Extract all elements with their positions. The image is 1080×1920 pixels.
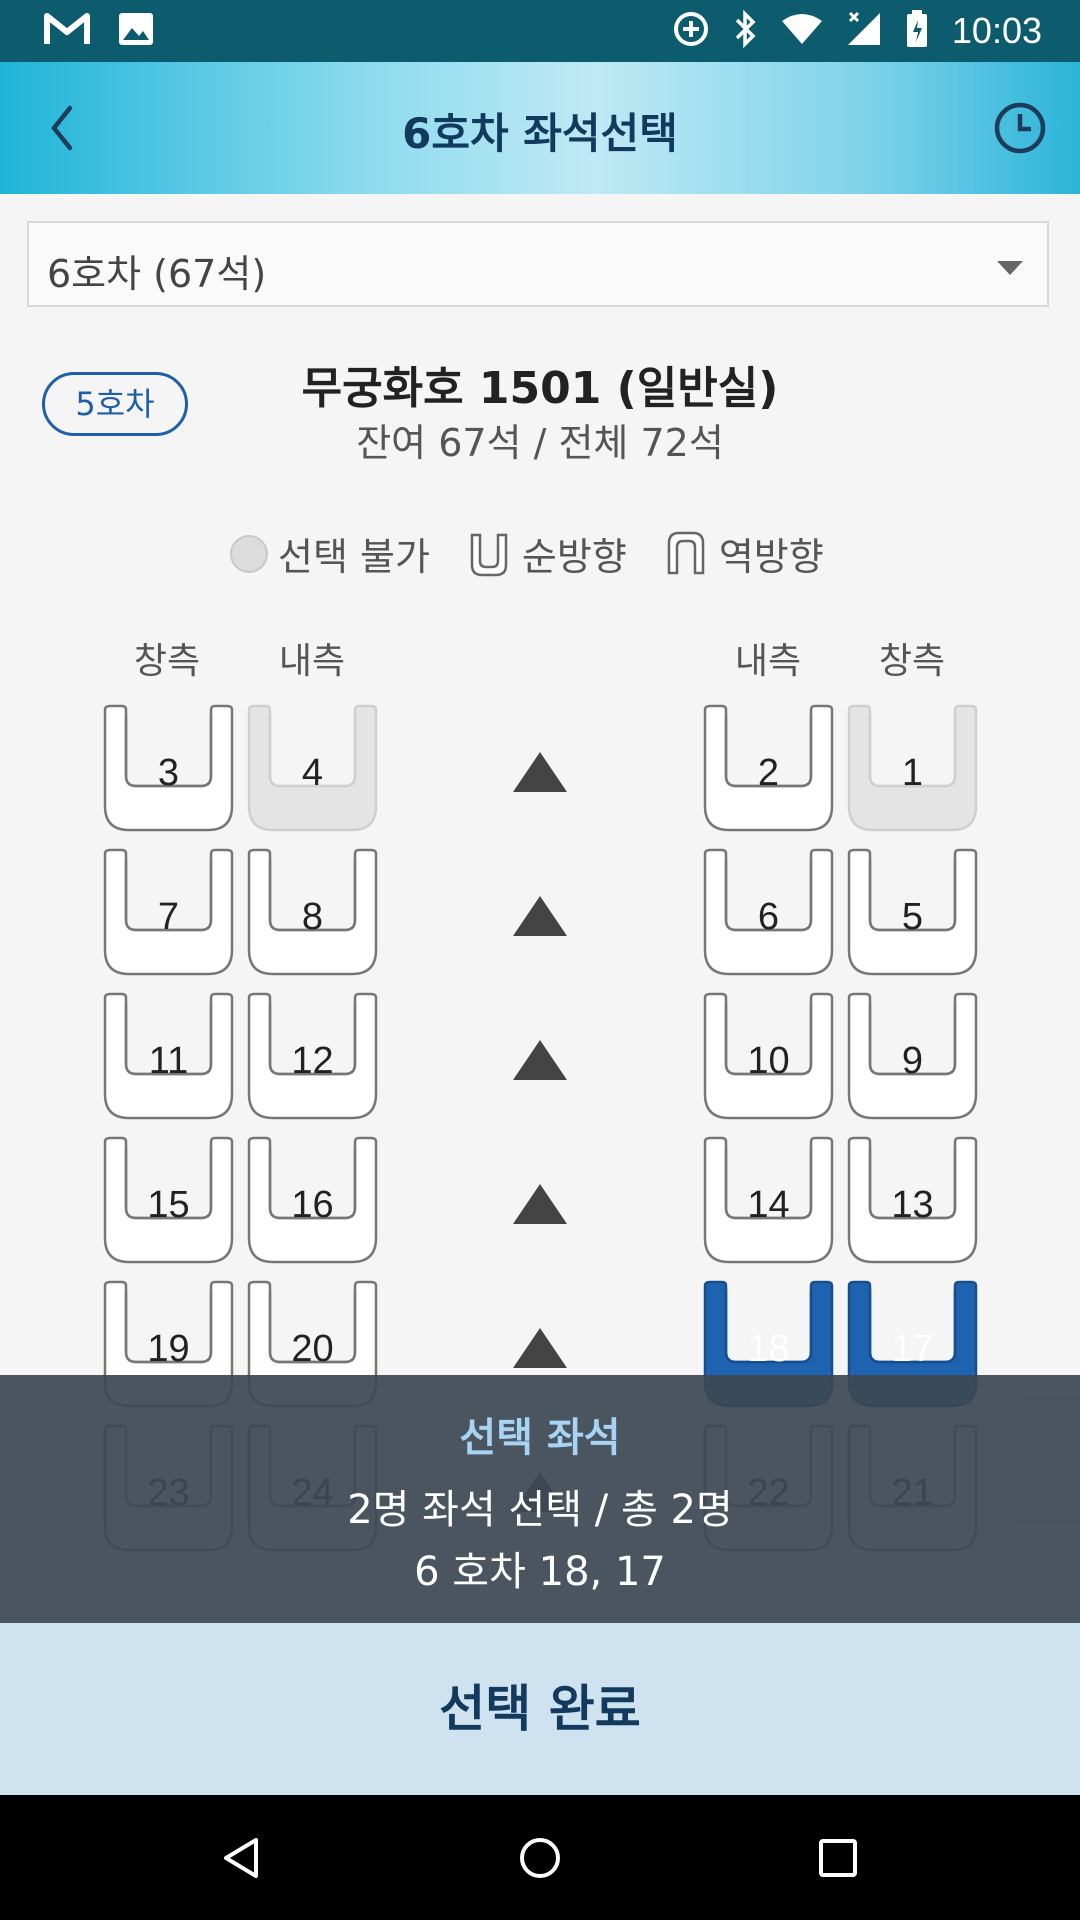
seat-5[interactable]: 5 — [846, 848, 979, 978]
clock-icon — [994, 102, 1046, 154]
caret-down-icon — [997, 261, 1023, 275]
seat-14[interactable]: 14 — [702, 1136, 835, 1266]
seat-number: 16 — [291, 1184, 334, 1226]
col-left-window: 창측 — [133, 641, 201, 682]
seat-number: 17 — [891, 1328, 934, 1370]
seat-6[interactable]: 6 — [702, 848, 835, 978]
seat-10[interactable]: 10 — [702, 992, 835, 1122]
seat-13[interactable]: 13 — [846, 1136, 979, 1266]
seat-12[interactable]: 12 — [246, 992, 379, 1122]
seat-legend: 선택 불가 순방향 역방향 — [230, 526, 850, 581]
col-right-aisle: 내측 — [734, 641, 802, 682]
seat-number: 10 — [747, 1040, 790, 1082]
image-icon — [118, 12, 154, 50]
seat-number: 6 — [757, 896, 780, 938]
seat-number: 2 — [757, 752, 780, 794]
seat-number: 18 — [747, 1328, 790, 1370]
seat-15[interactable]: 15 — [102, 1136, 235, 1266]
seat-number: 5 — [901, 896, 924, 938]
signal-icon — [846, 11, 882, 51]
direction-arrow-icon — [513, 1184, 567, 1224]
seat-7[interactable]: 7 — [102, 848, 235, 978]
selection-panel: 선택 좌석 2명 좌석 선택 / 총 2명 6 호차 18, 17 — [0, 1375, 1080, 1623]
seat-number: 14 — [747, 1184, 790, 1226]
backward-seat-icon — [667, 531, 705, 574]
bluetooth-icon — [734, 9, 758, 52]
seat-number: 4 — [301, 752, 324, 794]
direction-arrow-icon — [513, 896, 567, 936]
selection-summary: 2명 좌석 선택 / 총 2명 — [347, 1487, 733, 1533]
nav-bar — [0, 1795, 1080, 1920]
seat-16[interactable]: 16 — [246, 1136, 379, 1266]
legend-forward: 순방향 — [521, 535, 627, 579]
seat-3[interactable]: 3 — [102, 704, 235, 834]
wifi-icon — [781, 13, 822, 49]
legend-backward: 역방향 — [718, 535, 824, 579]
seat-number: 8 — [301, 896, 324, 938]
train-name: 무궁화호 1501 (일반실) — [301, 363, 779, 414]
seat-remaining: 잔여 67석 / 전체 72석 — [356, 421, 724, 465]
seat-number: 7 — [157, 896, 180, 938]
complete-selection-button[interactable]: 선택 완료 — [0, 1623, 1080, 1795]
seat-number: 9 — [901, 1040, 924, 1082]
col-left-aisle: 내측 — [278, 641, 346, 682]
seat-11[interactable]: 11 — [102, 992, 235, 1122]
seat-9[interactable]: 9 — [846, 992, 979, 1122]
col-right-window: 창측 — [878, 641, 946, 682]
seat-1: 1 — [846, 704, 979, 834]
seat-number: 1 — [901, 752, 924, 794]
seat-number: 11 — [148, 1040, 189, 1082]
status-time: 10:03 — [951, 10, 1042, 51]
seat-number: 3 — [157, 752, 180, 794]
battery-icon — [906, 10, 928, 52]
direction-arrow-icon — [513, 752, 567, 792]
legend-unavailable: 선택 불가 — [278, 535, 430, 579]
app-header: 6호차 좌석선택 — [0, 62, 1080, 194]
seat-number: 13 — [891, 1184, 934, 1226]
seat-2[interactable]: 2 — [702, 704, 835, 834]
home-circle-icon[interactable] — [517, 1835, 563, 1881]
seat-number: 15 — [147, 1184, 190, 1226]
page-title: 6호차 좌석선택 — [402, 109, 678, 158]
seat-4: 4 — [246, 704, 379, 834]
seat-number: 12 — [291, 1040, 334, 1082]
car-select-dropdown[interactable]: 6호차 (67석) — [27, 221, 1049, 307]
seat-8[interactable]: 8 — [246, 848, 379, 978]
direction-arrow-icon — [513, 1328, 567, 1368]
data-saver-icon — [672, 10, 710, 52]
gmail-icon — [44, 12, 90, 50]
unavailable-dot-icon — [230, 534, 268, 573]
history-button[interactable] — [990, 98, 1050, 158]
forward-seat-icon — [470, 533, 508, 576]
car-select-value: 6호차 (67석) — [47, 252, 267, 296]
direction-arrow-icon — [513, 1040, 567, 1080]
selection-title: 선택 좌석 — [459, 1415, 621, 1461]
seat-number: 20 — [291, 1328, 334, 1370]
back-triangle-icon[interactable] — [218, 1835, 264, 1881]
selection-detail: 6 호차 18, 17 — [414, 1549, 666, 1595]
status-bar: 10:03 — [0, 0, 1080, 62]
recents-square-icon[interactable] — [815, 1835, 861, 1881]
seat-number: 19 — [147, 1328, 190, 1370]
